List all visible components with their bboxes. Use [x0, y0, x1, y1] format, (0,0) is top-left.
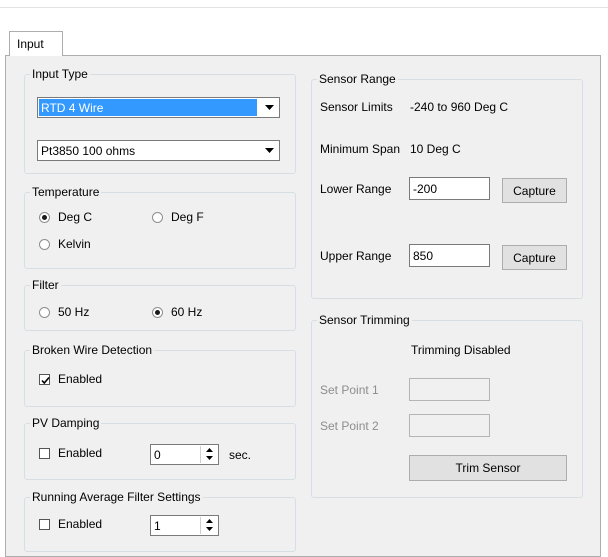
- radio-60hz[interactable]: [152, 307, 163, 318]
- spinner-arrows: [200, 517, 217, 534]
- broken-wire-title: Broken Wire Detection: [32, 343, 153, 357]
- radio-deg-c-label[interactable]: Deg C: [58, 210, 92, 224]
- radio-kelvin[interactable]: [39, 239, 50, 250]
- running-average-enabled-checkbox[interactable]: [39, 519, 50, 530]
- upper-range-input[interactable]: 850: [409, 244, 490, 267]
- radio-selected-dot: [155, 310, 160, 315]
- chevron-down-icon[interactable]: [261, 142, 278, 159]
- sensor-trimming-title: Sensor Trimming: [319, 313, 410, 327]
- temperature-group: Temperature: [24, 186, 296, 269]
- tab-input-label: Input: [17, 37, 44, 51]
- pv-damping-title: PV Damping: [32, 416, 100, 430]
- sensor-range-title: Sensor Range: [319, 72, 396, 86]
- set-point-2-label: Set Point 2: [320, 419, 379, 433]
- spin-up-icon[interactable]: [201, 517, 217, 525]
- radio-deg-f-label[interactable]: Deg F: [171, 210, 204, 224]
- radio-kelvin-label[interactable]: Kelvin: [58, 237, 91, 251]
- capture-upper-button[interactable]: Capture: [502, 245, 567, 270]
- chevron-down-icon[interactable]: [261, 99, 278, 116]
- spinner-arrows: [200, 446, 217, 463]
- spin-down-icon[interactable]: [201, 525, 217, 533]
- tab-input[interactable]: Input: [9, 31, 63, 56]
- running-average-value: 1: [154, 519, 161, 533]
- minimum-span-value: 10 Deg C: [410, 142, 461, 156]
- sensor-type-select[interactable]: Pt3850 100 ohms: [37, 140, 280, 161]
- trim-sensor-button[interactable]: Trim Sensor: [409, 455, 567, 481]
- running-average-spinner[interactable]: 1: [150, 515, 219, 536]
- input-type-title: Input Type: [32, 67, 88, 81]
- radio-60hz-label[interactable]: 60 Hz: [171, 305, 202, 319]
- broken-wire-enabled-label[interactable]: Enabled: [58, 372, 102, 386]
- running-average-enabled-label[interactable]: Enabled: [58, 517, 102, 531]
- pv-damping-enabled-checkbox[interactable]: [39, 448, 50, 459]
- set-point-2-input[interactable]: [409, 414, 490, 437]
- radio-50hz[interactable]: [39, 307, 50, 318]
- wire-type-value: RTD 4 Wire: [39, 99, 257, 116]
- sensor-limits-label: Sensor Limits: [320, 100, 393, 114]
- trimming-status: Trimming Disabled: [411, 343, 511, 357]
- filter-title: Filter: [32, 278, 59, 292]
- window-top-divider: [0, 7, 608, 8]
- set-point-1-label: Set Point 1: [320, 383, 379, 397]
- minimum-span-label: Minimum Span: [320, 142, 401, 156]
- wire-type-select[interactable]: RTD 4 Wire: [37, 97, 280, 118]
- broken-wire-enabled-checkbox[interactable]: [39, 374, 50, 385]
- running-average-title: Running Average Filter Settings: [32, 490, 201, 504]
- checkmark-icon: [41, 376, 50, 385]
- set-point-1-input[interactable]: [409, 378, 490, 401]
- upper-range-label: Upper Range: [320, 249, 392, 263]
- radio-50hz-label[interactable]: 50 Hz: [58, 305, 89, 319]
- spin-up-icon[interactable]: [201, 446, 217, 454]
- pv-damping-unit: sec.: [229, 448, 252, 462]
- capture-lower-button[interactable]: Capture: [502, 178, 567, 203]
- lower-range-value: -200: [413, 182, 438, 196]
- sensor-limits-value: -240 to 960 Deg C: [410, 100, 509, 114]
- upper-range-value: 850: [413, 249, 434, 263]
- pv-damping-value: 0: [154, 448, 161, 462]
- sensor-type-value: Pt3850 100 ohms: [41, 144, 136, 158]
- temperature-title: Temperature: [32, 185, 100, 199]
- lower-range-label: Lower Range: [320, 182, 392, 196]
- pv-damping-enabled-label[interactable]: Enabled: [58, 446, 102, 460]
- radio-selected-dot: [42, 215, 47, 220]
- spin-down-icon[interactable]: [201, 454, 217, 462]
- radio-deg-c[interactable]: [39, 212, 50, 223]
- lower-range-input[interactable]: -200: [409, 177, 490, 200]
- radio-deg-f[interactable]: [152, 212, 163, 223]
- pv-damping-spinner[interactable]: 0: [150, 444, 219, 465]
